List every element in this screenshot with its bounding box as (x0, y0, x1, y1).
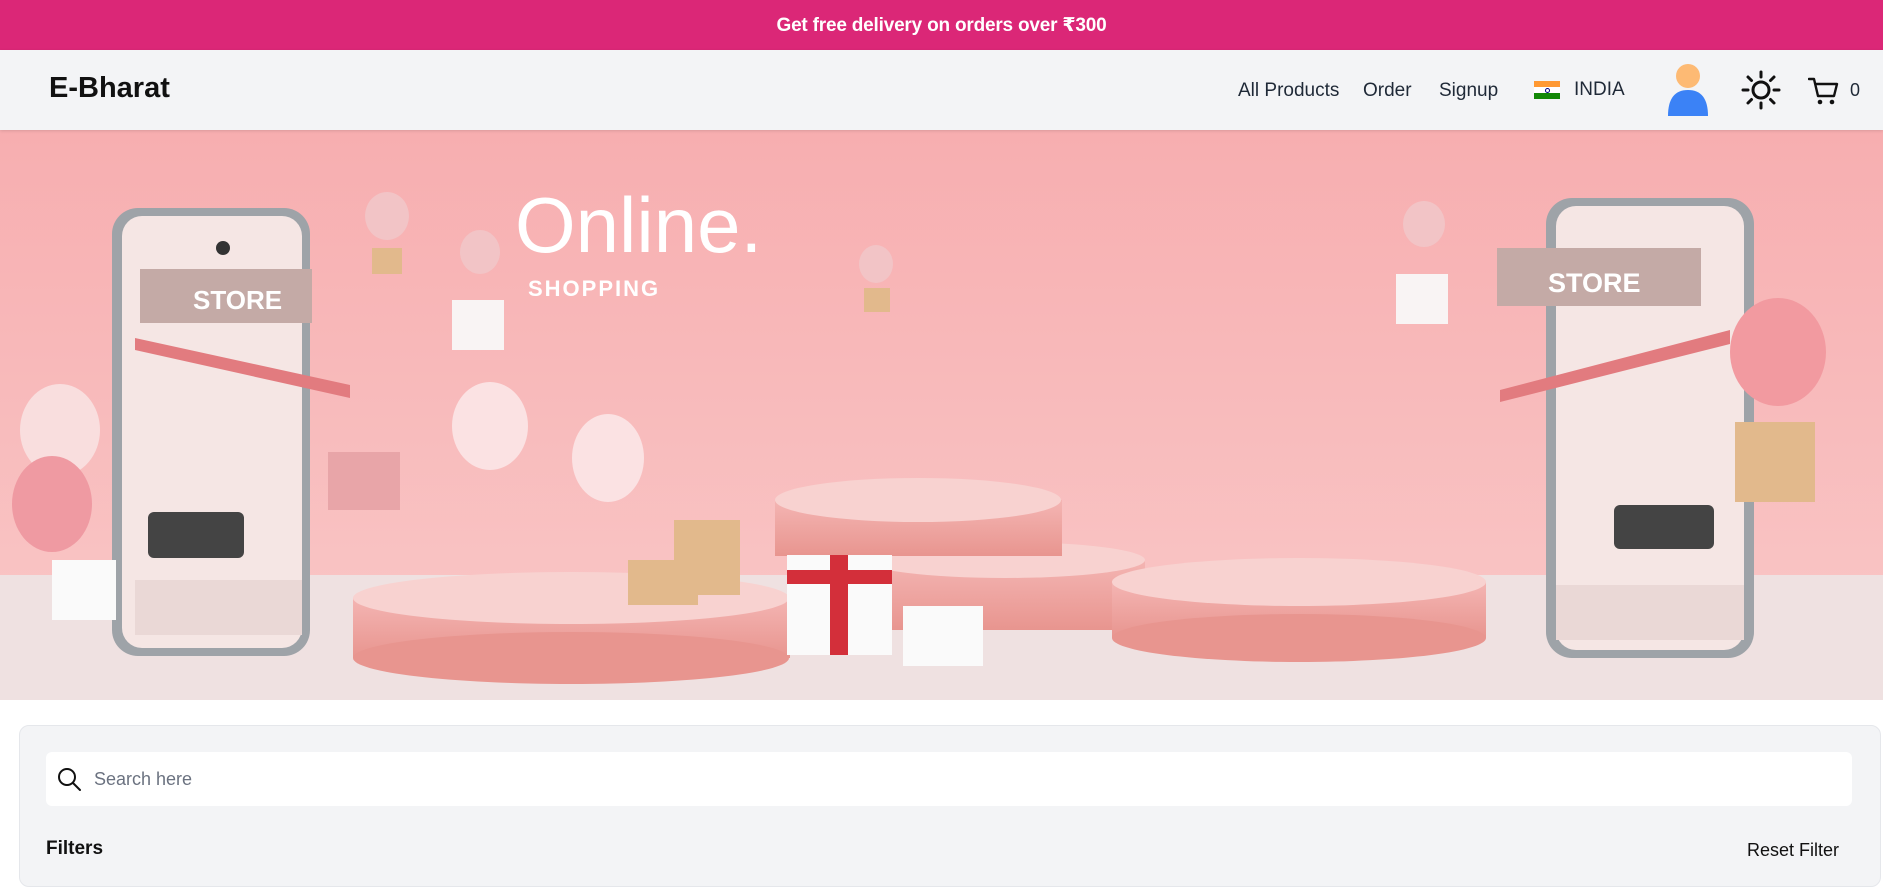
search-icon (58, 768, 81, 791)
sun-icon[interactable] (1741, 70, 1781, 110)
search-input[interactable] (92, 767, 1796, 791)
hero-subline: SHOPPING (528, 276, 660, 301)
nav-link-order[interactable]: Order (1363, 80, 1412, 102)
promo-text: Get free delivery on orders over ₹300 (776, 14, 1107, 36)
filters-title: Filters (46, 838, 104, 859)
nav-link-all-products[interactable]: All Products (1238, 80, 1339, 102)
reset-filter-button[interactable]: Reset Filter (1747, 840, 1839, 861)
store-sign-right: STORE (1548, 268, 1641, 298)
navbar: E-Bharat All Products Order Signup INDIA… (0, 50, 1883, 130)
hero-banner: STORE STORE Online. SHOPPING (0, 130, 1883, 700)
country-label: INDIA (1574, 79, 1625, 100)
hero-illustration: STORE STORE Online. SHOPPING (0, 130, 1883, 700)
cart-count: 0 (1850, 80, 1861, 100)
promo-banner: Get free delivery on orders over ₹300 (0, 0, 1883, 50)
country-selector[interactable]: INDIA (1534, 79, 1625, 101)
brand-logo[interactable]: E-Bharat (49, 72, 170, 105)
user-avatar-icon[interactable] (1666, 62, 1710, 116)
nav-link-signup[interactable]: Signup (1439, 80, 1498, 102)
hero-headline: Online. (515, 181, 762, 269)
search-bar (46, 752, 1852, 806)
store-sign-left: STORE (193, 285, 282, 315)
india-flag-icon (1534, 81, 1560, 99)
filter-panel: Filters Reset Filter (19, 725, 1881, 887)
cart-icon[interactable] (1808, 76, 1840, 106)
